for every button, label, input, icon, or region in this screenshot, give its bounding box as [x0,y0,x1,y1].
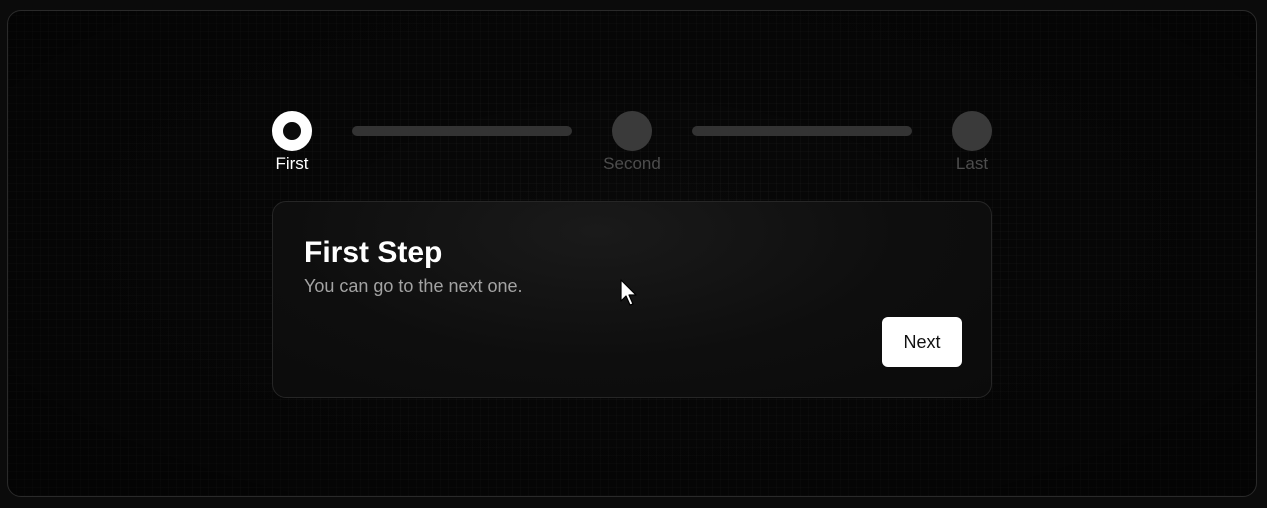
step-last[interactable]: Last [932,111,1012,174]
step-first[interactable]: First [252,111,332,174]
step-second-indicator [612,111,652,151]
step-first-indicator [272,111,312,151]
step-last-indicator [952,111,992,151]
step-description: You can go to the next one. [304,276,523,296]
step-second-label: Second [603,154,661,173]
next-button[interactable]: Next [882,317,962,367]
mouse-pointer-icon [620,279,637,306]
step-connector-1 [352,126,572,136]
step-first-label: First [275,154,309,173]
step-last-label: Last [955,154,989,173]
stepper: First Second Last [272,111,992,175]
step-connector-2 [692,126,912,136]
step-title: First Step [304,236,443,269]
step-second[interactable]: Second [592,111,672,174]
